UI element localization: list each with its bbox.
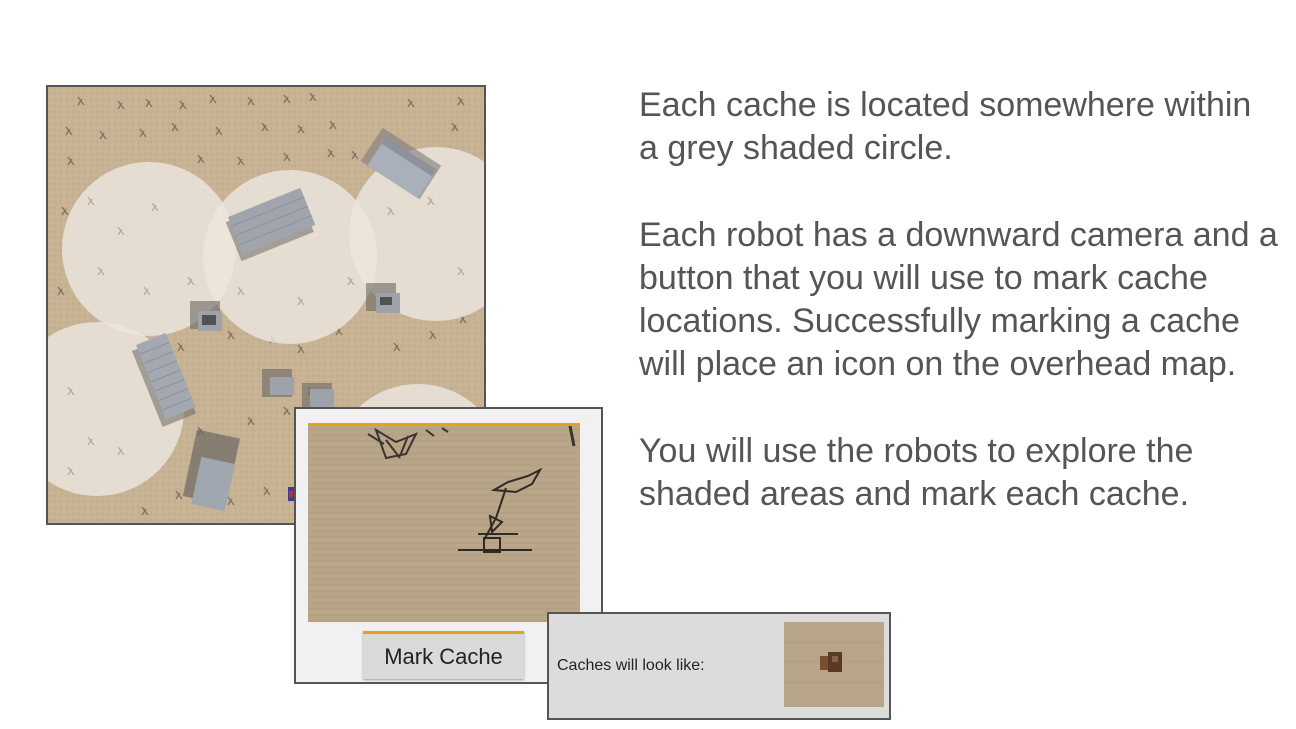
- vehicle: [190, 301, 222, 331]
- instructions-paragraph: Each robot has a downward camera and a b…: [639, 216, 1278, 383]
- cache-sample-image: [784, 622, 884, 707]
- vehicle: [262, 369, 294, 397]
- cache-legend-panel: Caches will look like:: [547, 612, 891, 720]
- instructions-text: Each cache is located somewhere within a…: [639, 84, 1279, 560]
- vehicle: [366, 283, 400, 313]
- camera-feed: [308, 426, 580, 622]
- legend-label: Caches will look like:: [557, 657, 705, 674]
- instructions-paragraph: You will use the robots to explore the s…: [639, 432, 1194, 513]
- downward-camera-view: [308, 423, 580, 622]
- instructions-paragraph: Each cache is located somewhere within a…: [639, 86, 1252, 167]
- cache-icon: [784, 622, 884, 707]
- mark-cache-button[interactable]: Mark Cache: [363, 631, 524, 679]
- vehicle: [302, 383, 334, 409]
